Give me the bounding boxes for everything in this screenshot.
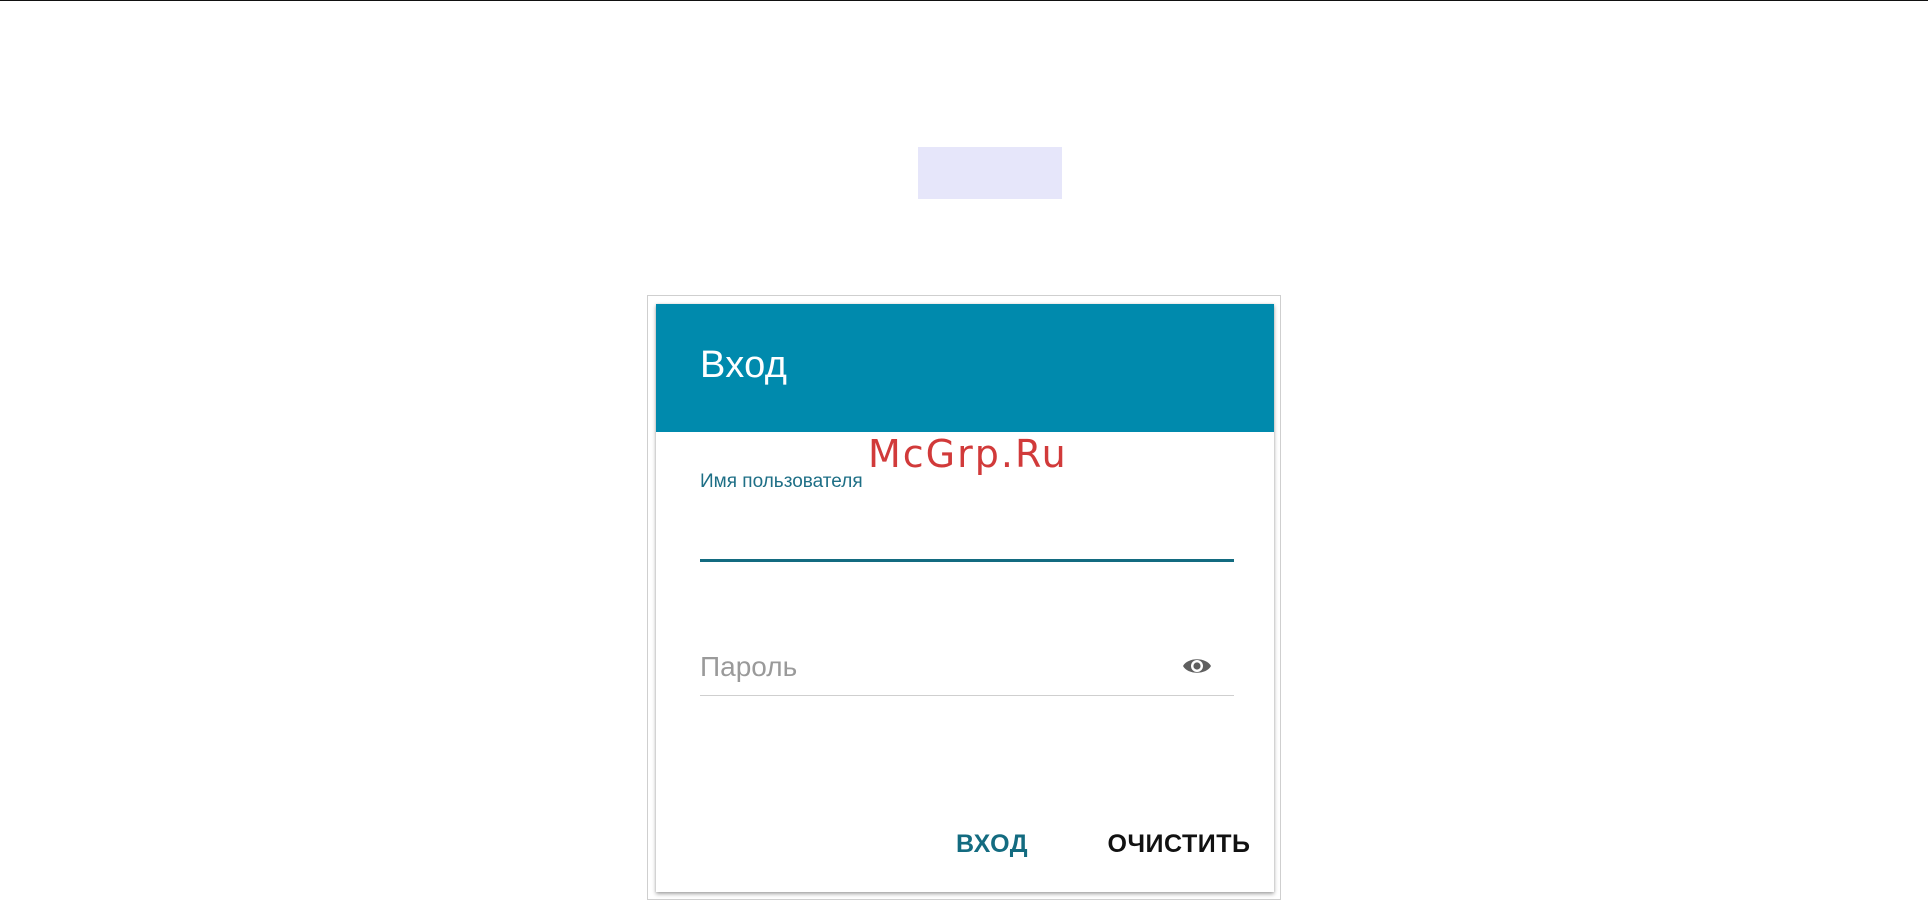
dialog-title: Вход [700,344,788,386]
username-label: Имя пользователя [700,471,863,492]
eye-icon[interactable] [1182,654,1212,678]
watermark: McGrp.Ru [868,432,1068,476]
page: Вход McGrp.Ru Имя пользователя ВХОД ОЧИС… [0,0,1928,902]
top-divider [0,0,1928,1]
logo-placeholder [918,147,1062,199]
username-underline [700,559,1234,562]
password-input[interactable] [700,646,1170,688]
dialog-header: Вход [656,304,1274,432]
login-dialog: Вход McGrp.Ru Имя пользователя ВХОД ОЧИС… [656,304,1274,892]
clear-button[interactable]: ОЧИСТИТЬ [1104,824,1254,864]
password-underline [700,695,1234,696]
username-input[interactable] [700,500,1234,542]
login-button[interactable]: ВХОД [952,824,1032,864]
